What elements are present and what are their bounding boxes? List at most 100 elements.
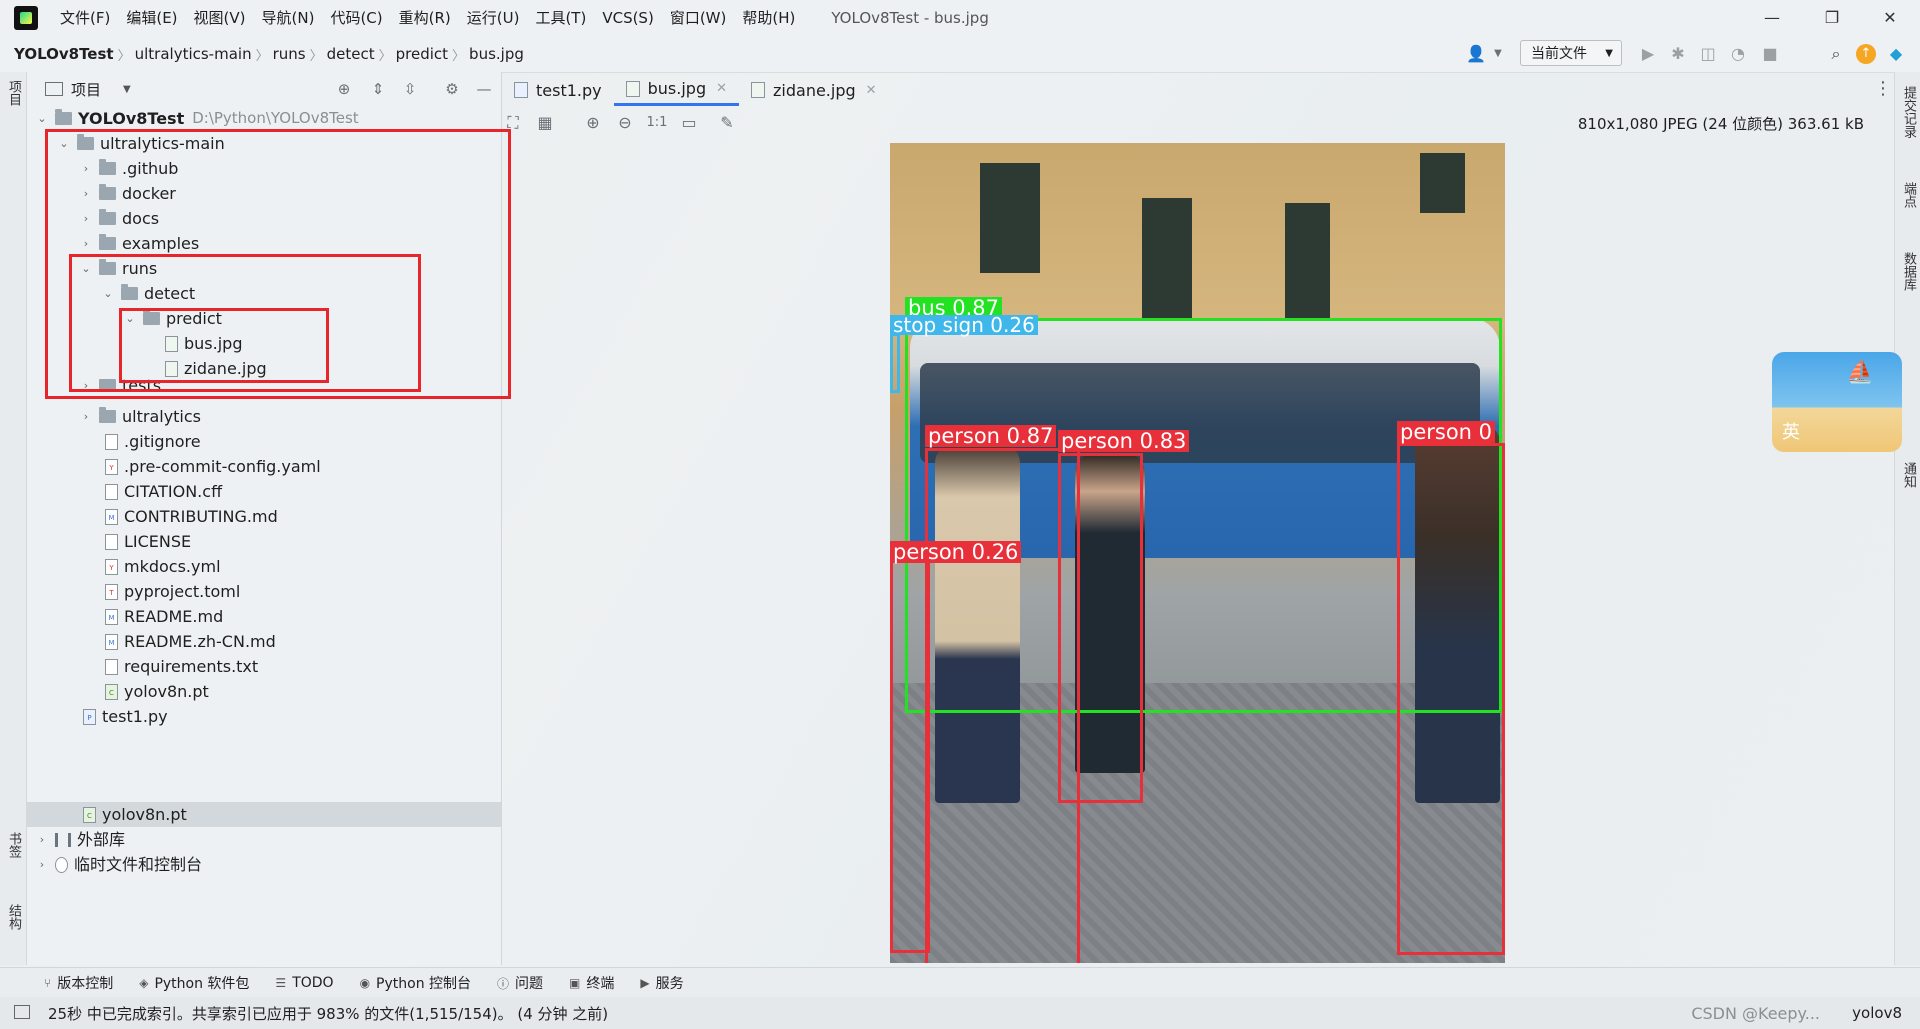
- restore-icon[interactable]: ❐: [1804, 0, 1860, 36]
- project-panel-title[interactable]: 项目: [71, 79, 101, 100]
- tree-row-file[interactable]: P test1.py: [83, 704, 168, 729]
- breadcrumb-detect[interactable]: detect: [323, 45, 379, 63]
- actual-size-button[interactable]: 1:1: [646, 112, 668, 134]
- input-method-widget[interactable]: ⛵ 英: [1772, 352, 1902, 452]
- zoom-out-icon[interactable]: ⊖: [614, 112, 636, 134]
- profile-icon[interactable]: ◔: [1728, 44, 1748, 64]
- project-tool-button[interactable]: 项目: [4, 80, 23, 106]
- minimize-icon[interactable]: —: [1744, 0, 1800, 36]
- commit-tool-button[interactable]: 提交记录: [1899, 86, 1918, 138]
- tree-label: CONTRIBUTING.md: [124, 507, 278, 526]
- bookmarks-tool-button[interactable]: 书签: [4, 832, 23, 858]
- structure-tool-button[interactable]: 结构: [4, 904, 23, 930]
- menu-view[interactable]: 视图(V): [186, 0, 254, 36]
- tree-row-scratches[interactable]: › 临时文件和控制台: [35, 852, 202, 877]
- menu-help[interactable]: 帮助(H): [734, 0, 803, 36]
- menu-run[interactable]: 运行(U): [459, 0, 528, 36]
- search-icon[interactable]: ⌕: [1826, 44, 1846, 64]
- python-console-tool-button[interactable]: ◉ Python 控制台: [354, 973, 477, 993]
- python-file-icon: P: [83, 708, 96, 725]
- services-tool-button[interactable]: ▶ 服务: [634, 973, 689, 993]
- fit-zoom-icon[interactable]: ⛶: [502, 112, 524, 134]
- python-packages-tool-button[interactable]: ◈ Python 软件包: [133, 973, 255, 993]
- tab-bus-jpg[interactable]: bus.jpg ✕: [613, 74, 740, 106]
- problems-tool-button[interactable]: ⓘ 问题: [491, 973, 549, 993]
- tab-zidane-jpg[interactable]: zidane.jpg ✕: [739, 74, 889, 106]
- coverage-icon[interactable]: ◫: [1698, 44, 1718, 64]
- run-icon[interactable]: ▶: [1638, 44, 1658, 64]
- tree-row-file[interactable]: .gitignore: [105, 429, 201, 454]
- ide-plugin-icon[interactable]: ◆: [1886, 44, 1906, 64]
- close-tab-icon[interactable]: ✕: [866, 83, 877, 98]
- yaml-file-icon: Y: [105, 558, 118, 575]
- chevron-down-icon[interactable]: ▼: [1488, 44, 1508, 64]
- more-options-icon[interactable]: ⋮: [1874, 78, 1892, 99]
- terminal-tool-button[interactable]: ▣ 终端: [563, 973, 620, 993]
- tree-row-file[interactable]: T pyproject.toml: [105, 579, 240, 604]
- tree-row-folder[interactable]: › ultralytics: [79, 404, 201, 429]
- stop-icon[interactable]: ■: [1760, 44, 1780, 64]
- tree-row-file[interactable]: requirements.txt: [105, 654, 258, 679]
- user-icon[interactable]: 👤: [1466, 44, 1486, 64]
- tree-row-file[interactable]: M README.md: [105, 604, 223, 629]
- tool-label: Python 软件包: [154, 976, 250, 992]
- python-interpreter[interactable]: yolov8: [1852, 1004, 1902, 1022]
- terminal-icon: ▣: [569, 976, 581, 990]
- collapse-all-icon[interactable]: ⇳: [401, 80, 419, 98]
- menu-code[interactable]: 代码(C): [322, 0, 390, 36]
- status-message[interactable]: 25秒 中已完成索引。共享索引已应用于 983% 的文件(1,515/154)。…: [48, 1003, 608, 1024]
- gear-icon[interactable]: ⚙: [443, 80, 461, 98]
- tree-row-file[interactable]: M CONTRIBUTING.md: [105, 504, 278, 529]
- tree-expand-icon[interactable]: ›: [79, 404, 93, 429]
- tab-label: test1.py: [536, 80, 602, 100]
- expand-all-icon[interactable]: ⇕: [369, 80, 387, 98]
- debug-icon[interactable]: ✱: [1668, 44, 1688, 64]
- hide-panel-icon[interactable]: —: [475, 80, 493, 98]
- markdown-file-icon: M: [105, 508, 118, 525]
- tree-row-external-libraries[interactable]: › 外部库: [35, 827, 125, 852]
- tree-row-file[interactable]: C yolov8n.pt: [105, 679, 209, 704]
- tree-row-file[interactable]: M README.zh-CN.md: [105, 629, 276, 654]
- update-icon[interactable]: ↑: [1856, 44, 1876, 64]
- menu-window[interactable]: 窗口(W): [662, 0, 735, 36]
- folder-icon: [99, 407, 116, 423]
- database-tool-button[interactable]: 数据库: [1899, 252, 1918, 291]
- tree-row-file[interactable]: LICENSE: [105, 529, 191, 554]
- chevron-down-icon[interactable]: ▼: [123, 84, 131, 95]
- todo-tool-button[interactable]: ☰ TODO: [269, 975, 339, 991]
- menu-edit[interactable]: 编辑(E): [118, 0, 185, 36]
- background-icon[interactable]: ▭: [678, 112, 700, 134]
- tree-row-file[interactable]: Y mkdocs.yml: [105, 554, 221, 579]
- menu-tools[interactable]: 工具(T): [527, 0, 594, 36]
- close-tab-icon[interactable]: ✕: [716, 81, 727, 96]
- grid-icon[interactable]: ▦: [534, 112, 556, 134]
- tree-expand-icon[interactable]: ›: [35, 827, 49, 852]
- menu-navigate[interactable]: 导航(N): [254, 0, 323, 36]
- locate-file-icon[interactable]: ⊕: [335, 80, 353, 98]
- zoom-in-icon[interactable]: ⊕: [582, 112, 604, 134]
- toggle-tool-windows-icon[interactable]: [14, 1005, 30, 1019]
- breadcrumb-project[interactable]: YOLOv8Test: [0, 45, 118, 63]
- tab-test1-py[interactable]: test1.py: [502, 74, 614, 106]
- breadcrumb-file[interactable]: bus.jpg: [465, 45, 528, 63]
- menu-refactor[interactable]: 重构(R): [391, 0, 459, 36]
- tree-expand-icon[interactable]: ›: [35, 852, 49, 877]
- tree-row-project-root[interactable]: ⌄ YOLOv8Test D:\Python\YOLOv8Test: [35, 106, 359, 131]
- close-icon[interactable]: ✕: [1862, 0, 1918, 36]
- menu-file[interactable]: 文件(F): [52, 0, 118, 36]
- breadcrumb-predict[interactable]: predict: [392, 45, 452, 63]
- endpoints-tool-button[interactable]: 端点: [1899, 182, 1918, 208]
- color-picker-icon[interactable]: ✎: [716, 112, 738, 134]
- vcs-tool-button[interactable]: ⑂ 版本控制: [38, 973, 119, 993]
- model-file-icon: C: [83, 806, 96, 823]
- breadcrumb-ultralytics-main[interactable]: ultralytics-main: [131, 45, 256, 63]
- menu-vcs[interactable]: VCS(S): [594, 0, 661, 36]
- tree-row-file[interactable]: Y .pre-commit-config.yaml: [105, 454, 321, 479]
- tree-row-file[interactable]: CITATION.cff: [105, 479, 222, 504]
- run-configuration-select[interactable]: 当前文件 ▼: [1520, 40, 1622, 66]
- tree-expand-icon[interactable]: ⌄: [35, 106, 49, 131]
- tool-label: TODO: [292, 975, 334, 991]
- breadcrumb-runs[interactable]: runs: [269, 45, 310, 63]
- notifications-tool-button[interactable]: 通知: [1899, 462, 1918, 488]
- tree-row-file-selected[interactable]: C yolov8n.pt: [83, 802, 187, 827]
